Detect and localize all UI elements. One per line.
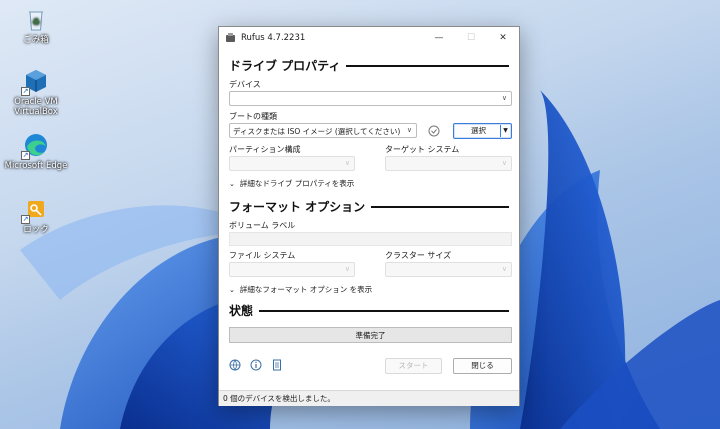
desktop-icon-label: Oracle VM VirtualBox [14,97,58,117]
dropdown-arrow-icon[interactable]: ▼ [500,125,510,137]
filesystem-label: ファイル システム [229,251,296,260]
boot-type-value: ディスクまたは ISO イメージ (選択してください) [233,127,401,136]
chevron-down-icon: ⌄ [229,285,235,294]
boot-type-label: ブートの種類 [229,112,277,121]
start-button[interactable]: スタート [385,358,442,374]
shortcut-arrow-icon: ↗ [21,151,30,160]
recycle-bin-icon: ♻ [23,6,49,32]
advanced-drive-toggle[interactable]: ⌄ 詳細なドライブ プロパティを表示 [229,178,354,189]
status-bar: 0 個のデバイスを検出しました。 [219,390,519,406]
virtualbox-icon: ↗ [21,68,49,96]
chevron-down-icon: ∨ [501,265,507,273]
chevron-down-icon: ∨ [501,94,507,102]
title-bar[interactable]: Rufus 4.7.2231 — ☐ ✕ [219,27,519,49]
boot-type-dropdown[interactable]: ディスクまたは ISO イメージ (選択してください) ∨ [229,123,417,138]
desktop-icon-edge[interactable]: ↗ Microsoft Edge [4,132,68,171]
cluster-size-dropdown[interactable]: ∨ [385,262,512,277]
select-button-label: 選択 [471,126,486,135]
log-icon[interactable] [271,359,283,371]
target-system-dropdown[interactable]: ∨ [385,156,512,171]
chevron-down-icon: ∨ [344,265,350,273]
progress-bar: 準備完了 [229,327,512,343]
section-divider [346,64,509,67]
advanced-format-toggle-label: 詳細なフォーマット オプション を表示 [239,285,373,294]
chevron-down-icon: ∨ [501,159,507,167]
language-globe-icon[interactable] [229,359,241,371]
drive-properties-section: ドライブ プロパティ [229,57,509,74]
close-window-button[interactable]: ✕ [487,27,519,49]
status-section: 状態 [229,302,509,319]
desktop-icon-virtualbox[interactable]: ↗ Oracle VM VirtualBox [4,68,68,117]
section-divider [259,309,509,312]
maximize-button[interactable]: ☐ [455,27,487,49]
format-options-section: フォーマット オプション [229,198,509,215]
filesystem-dropdown[interactable]: ∨ [229,262,355,277]
minimize-button[interactable]: — [423,27,455,49]
volume-label-label: ボリューム ラベル [229,221,296,230]
edge-icon: ↗ [21,132,49,160]
status-heading: 状態 [229,304,254,318]
format-options-heading: フォーマット オプション [229,200,366,214]
chevron-down-icon: ⌄ [229,179,235,188]
drive-properties-heading: ドライブ プロパティ [229,59,341,73]
chevron-down-icon: ∨ [344,159,350,167]
partition-scheme-label: パーティション構成 [229,145,301,154]
cluster-size-label: クラスター サイズ [385,251,452,260]
target-system-label: ターゲット システム [385,145,460,154]
device-dropdown[interactable]: ∨ [229,91,512,106]
window-body: ドライブ プロパティ デバイス ∨ ブートの種類 ディスクまたは ISO イメー… [219,49,519,406]
lock-key-icon: ↗ [21,196,49,224]
shortcut-arrow-icon: ↗ [21,215,30,224]
check-hash-icon[interactable] [428,125,440,137]
volume-label-input[interactable] [229,232,512,246]
advanced-drive-toggle-label: 詳細なドライブ プロパティを表示 [239,179,355,188]
close-button[interactable]: 閉じる [453,358,512,374]
desktop-icon-lock[interactable]: ↗ ロック [4,196,68,235]
about-info-icon[interactable] [250,359,262,371]
desktop-icon-label: Microsoft Edge [4,161,68,171]
rufus-window: Rufus 4.7.2231 — ☐ ✕ ドライブ プロパティ デバイス ∨ ブ… [218,26,520,406]
progress-text: 準備完了 [355,331,386,340]
window-title: Rufus 4.7.2231 [241,33,306,43]
device-label: デバイス [229,80,261,89]
partition-scheme-dropdown[interactable]: ∨ [229,156,355,171]
section-divider [371,205,509,208]
select-button[interactable]: 選択 ▼ [453,123,512,139]
shortcut-arrow-icon: ↗ [21,87,30,96]
svg-text:♻: ♻ [32,18,40,28]
rufus-app-icon [226,32,235,42]
advanced-format-toggle[interactable]: ⌄ 詳細なフォーマット オプション を表示 [229,284,372,295]
chevron-down-icon: ∨ [406,126,412,134]
desktop-icon-label: ごみ箱 [23,35,49,45]
desktop-icon-label: ロック [23,225,49,235]
desktop-icon-recycle-bin[interactable]: ♻ ごみ箱 [4,6,68,45]
